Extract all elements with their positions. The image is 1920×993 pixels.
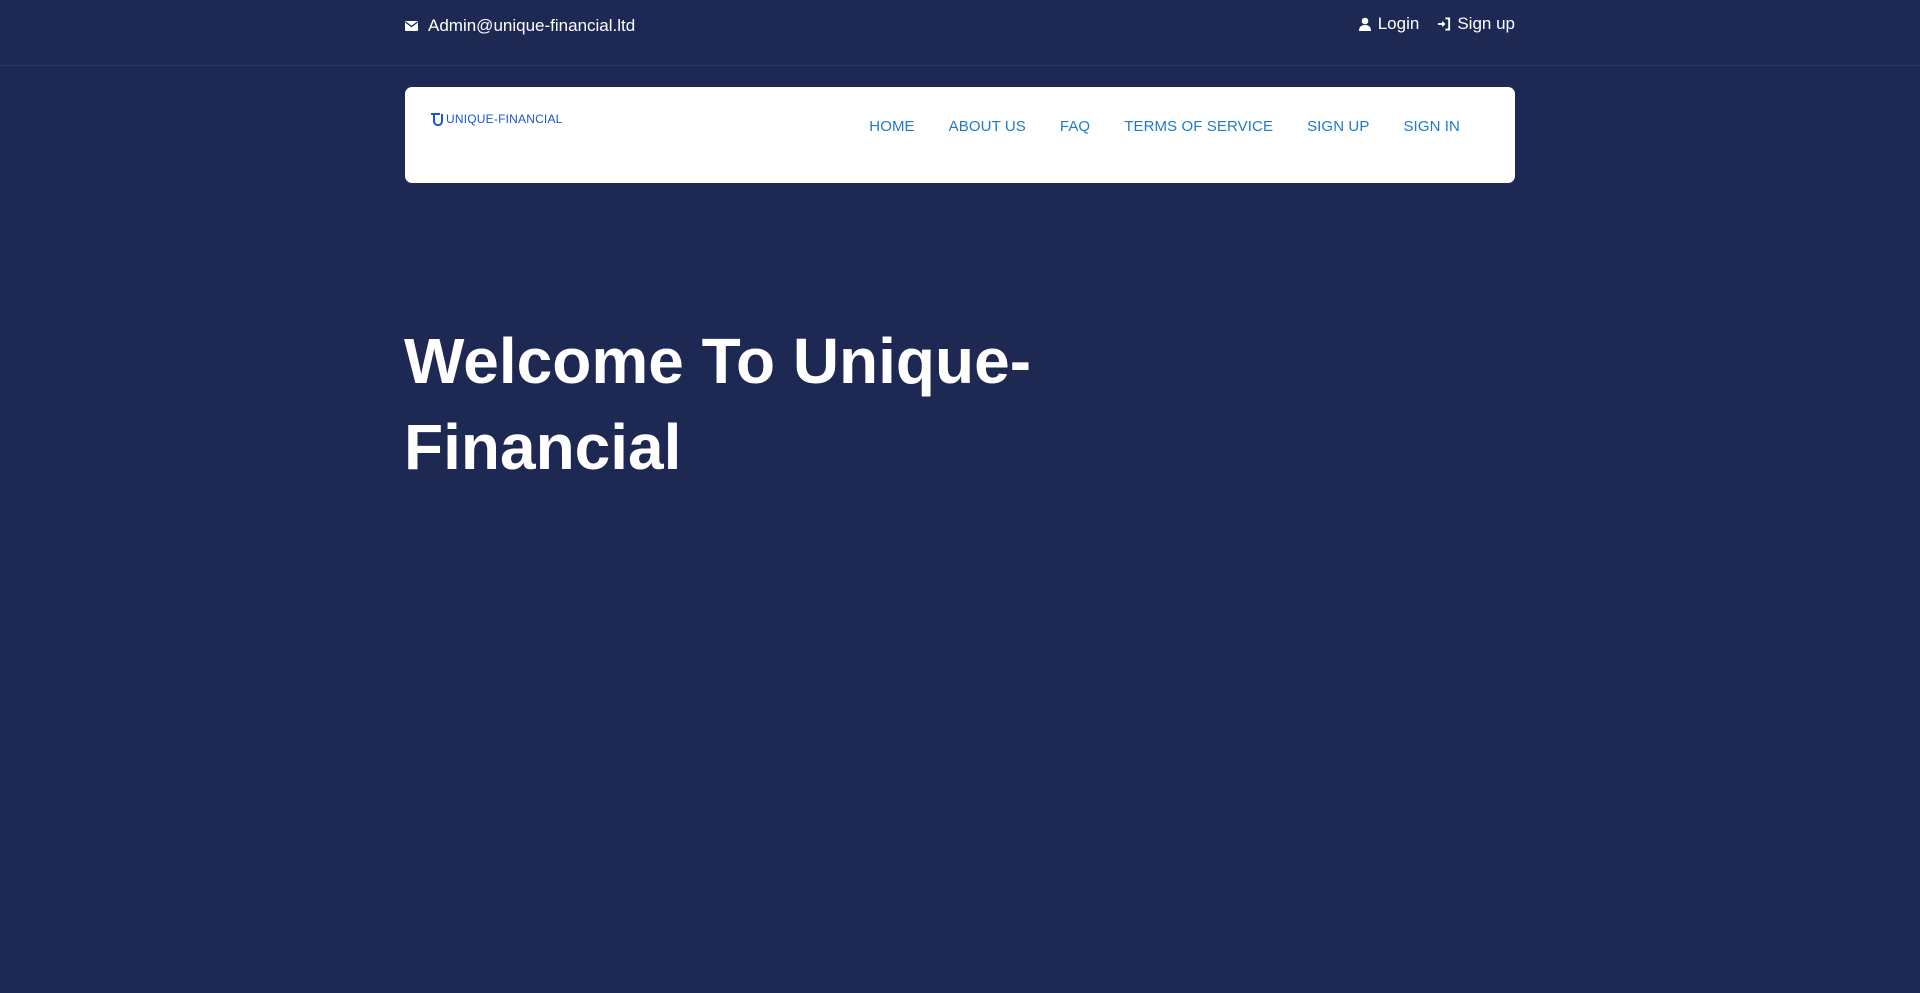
primary-nav: HOME ABOUT US FAQ TERMS OF SERVICE SIGN … bbox=[869, 118, 1460, 135]
signup-link-label: Sign up bbox=[1457, 14, 1515, 33]
main-navbar: UNIQUE-FINANCIAL HOME ABOUT US FAQ TERMS… bbox=[405, 87, 1515, 183]
contact-email-text: Admin@unique-financial.ltd bbox=[428, 16, 636, 35]
nav-home[interactable]: HOME bbox=[869, 118, 914, 135]
nav-terms-of-service[interactable]: TERMS OF SERVICE bbox=[1124, 118, 1273, 135]
contact-email: Admin@unique-financial.ltd bbox=[405, 16, 635, 36]
logo-mark-icon bbox=[431, 112, 443, 126]
nav-sign-in[interactable]: SIGN IN bbox=[1403, 118, 1460, 135]
nav-sign-up[interactable]: SIGN UP bbox=[1307, 118, 1369, 135]
nav-about-us[interactable]: ABOUT US bbox=[949, 118, 1026, 135]
login-link[interactable]: Login bbox=[1358, 14, 1420, 34]
signup-link[interactable]: Sign up bbox=[1437, 14, 1515, 34]
sign-in-icon bbox=[1437, 17, 1451, 31]
hero-title: Welcome To Unique-Financial bbox=[404, 325, 1031, 483]
envelope-icon bbox=[405, 21, 418, 31]
site-logo[interactable]: UNIQUE-FINANCIAL bbox=[431, 112, 563, 126]
user-icon bbox=[1358, 17, 1372, 31]
login-link-label: Login bbox=[1377, 14, 1420, 33]
logo-text: UNIQUE-FINANCIAL bbox=[446, 112, 563, 126]
nav-faq[interactable]: FAQ bbox=[1060, 118, 1090, 135]
top-bar: Admin@unique-financial.ltd Login Sign up bbox=[0, 0, 1920, 66]
account-links: Login Sign up bbox=[1358, 14, 1515, 34]
